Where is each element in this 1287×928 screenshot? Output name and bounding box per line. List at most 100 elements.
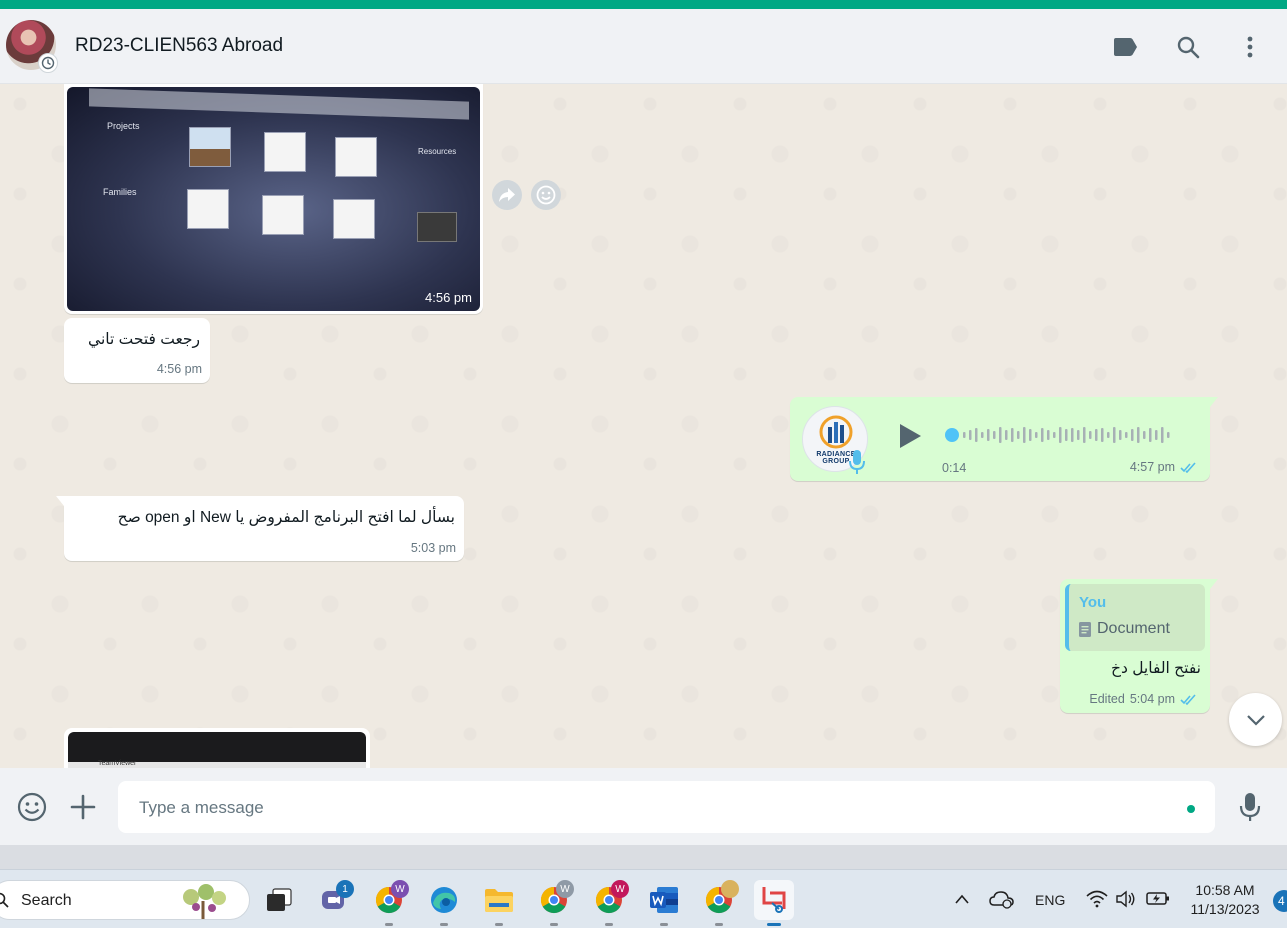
clock-date: 11/13/2023 (1190, 901, 1260, 917)
taskbar-task-view[interactable] (259, 880, 299, 920)
screen-thumbnail (264, 132, 306, 172)
chrome-profile-badge: W (391, 880, 409, 898)
running-indicator (550, 923, 558, 926)
microphone-icon[interactable] (1234, 791, 1266, 823)
taskbar-search[interactable]: Search (0, 880, 250, 920)
taskbar-teams[interactable]: 1 (314, 880, 354, 920)
message-time-text: 5:04 pm (1129, 692, 1175, 706)
incoming-text-message[interactable]: رجعت فتحت تاني 4:56 pm (64, 318, 210, 383)
screen-app-label: TeamViewer (98, 760, 137, 767)
message-image[interactable]: Projects Families Resources 4:56 pm (67, 87, 480, 311)
bubble-tail (1210, 397, 1218, 407)
taskbar-clock[interactable]: 10:58 AM 11/13/2023 (1180, 881, 1270, 919)
running-indicator (715, 923, 723, 926)
status-timer-icon (38, 53, 58, 73)
edited-label: Edited (1089, 692, 1125, 706)
message-input-placeholder: Type a message (139, 798, 264, 817)
message-time: 4:56 pm (425, 290, 472, 305)
message-image[interactable]: TeamViewer (68, 732, 366, 768)
message-time: 5:03 pm (411, 541, 456, 555)
chevron-down-icon (1246, 714, 1265, 726)
screen-thumbnail (189, 127, 231, 167)
attach-plus-icon[interactable] (67, 791, 99, 823)
message-text: رجعت فتحت تاني (88, 331, 200, 348)
search-icon[interactable] (1174, 33, 1202, 61)
quote-author: You (1079, 594, 1107, 611)
wifi-icon[interactable] (1086, 890, 1108, 908)
document-icon (1079, 621, 1091, 637)
running-indicator (495, 923, 503, 926)
snipping-tool-icon (762, 887, 786, 913)
active-indicator (767, 923, 781, 926)
bubble-tail (1210, 579, 1218, 589)
labels-icon[interactable] (1111, 33, 1139, 61)
grammar-indicator-icon (1187, 805, 1195, 813)
search-icon (0, 892, 9, 908)
clock-time: 10:58 AM (1195, 882, 1255, 898)
scroll-to-bottom-button[interactable] (1229, 693, 1282, 746)
taskbar-chrome-profile-2[interactable]: W (534, 880, 574, 926)
message-composer: Type a message (0, 768, 1287, 845)
chrome-profile-avatar (721, 880, 739, 898)
screen-resources-label: Resources (418, 147, 457, 156)
battery-charging-icon[interactable] (1146, 890, 1170, 906)
windows-taskbar: Search 1 W W W ENG 10:58 AM 11/13/2023 4 (0, 869, 1287, 928)
running-indicator (660, 923, 668, 926)
folder-icon (485, 889, 513, 912)
play-icon[interactable] (894, 421, 924, 451)
screen-video-thumbnail (417, 212, 457, 242)
incoming-text-message[interactable]: بسأل لما افتح البرنامج المفروض يا New او… (56, 496, 464, 561)
screen-thumbnail (335, 137, 377, 177)
chat-title[interactable]: RD23-CLIEN563 Abroad (75, 35, 283, 57)
outgoing-reply-message[interactable]: You Document نفتح الفايل دخ Edited 5:04 … (1060, 579, 1218, 713)
running-indicator (605, 923, 613, 926)
voice-duration: 0:14 (942, 461, 967, 475)
quote-type: Document (1097, 620, 1170, 637)
message-input[interactable]: Type a message (118, 781, 1215, 833)
onedrive-sync-icon[interactable] (989, 889, 1015, 909)
taskbar-chrome-profile-4[interactable] (699, 880, 739, 926)
screen-ribbon (89, 88, 469, 120)
notification-count-badge[interactable]: 4 (1273, 890, 1287, 912)
show-hidden-icons-icon[interactable] (955, 894, 969, 904)
taskbar-word[interactable] (644, 880, 684, 926)
message-time-text: 5:03 pm (410, 541, 456, 555)
image-message[interactable]: Projects Families Resources 4:56 pm (64, 84, 483, 314)
emoji-icon[interactable] (16, 791, 48, 823)
taskbar-chrome-profile-1[interactable]: W (369, 880, 409, 926)
image-message[interactable]: TeamViewer (64, 728, 370, 768)
screen-thumbnail (262, 195, 304, 235)
message-meta: Edited 5:04 pm (1089, 692, 1198, 706)
taskbar-search-label: Search (21, 892, 72, 909)
chrome-profile-badge: W (556, 880, 574, 898)
input-language[interactable]: ENG (1035, 892, 1065, 908)
read-receipt-icon (1180, 693, 1196, 705)
forward-icon[interactable] (492, 180, 522, 210)
screen-families-label: Families (103, 187, 137, 197)
chat-header: RD23-CLIEN563 Abroad (0, 9, 1287, 84)
taskbar-snipping-tool[interactable] (754, 880, 794, 926)
message-meta: 4:57 pm (1130, 460, 1198, 474)
menu-icon[interactable] (1236, 33, 1264, 61)
search-highlight-icon (183, 884, 226, 919)
chrome-profile-badge: W (611, 880, 629, 898)
bubble-tail (56, 496, 64, 506)
screen-thumbnail (187, 189, 229, 229)
outgoing-voice-message[interactable]: RADIANCE GROUP 0:14 4:57 pm (790, 397, 1218, 481)
volume-icon[interactable] (1116, 890, 1136, 908)
quoted-message[interactable]: You Document (1065, 584, 1205, 651)
taskbar-edge[interactable] (424, 880, 464, 926)
running-indicator (440, 923, 448, 926)
chat-messages-area[interactable]: Projects Families Resources 4:56 pm رجعت… (0, 84, 1287, 768)
message-time-text: 4:57 pm (1129, 460, 1175, 474)
voice-waveform[interactable] (945, 423, 1185, 447)
taskbar-chrome-profile-3[interactable]: W (589, 880, 629, 926)
word-icon (650, 887, 678, 913)
running-indicator (385, 923, 393, 926)
taskbar-file-explorer[interactable] (479, 880, 519, 926)
message-text: بسأل لما افتح البرنامج المفروض يا New او… (117, 509, 455, 526)
message-text: نفتح الفايل دخ (1110, 660, 1201, 677)
react-emoji-icon[interactable] (531, 180, 561, 210)
window-bottom-bar (0, 845, 1287, 869)
edge-icon (431, 887, 457, 913)
